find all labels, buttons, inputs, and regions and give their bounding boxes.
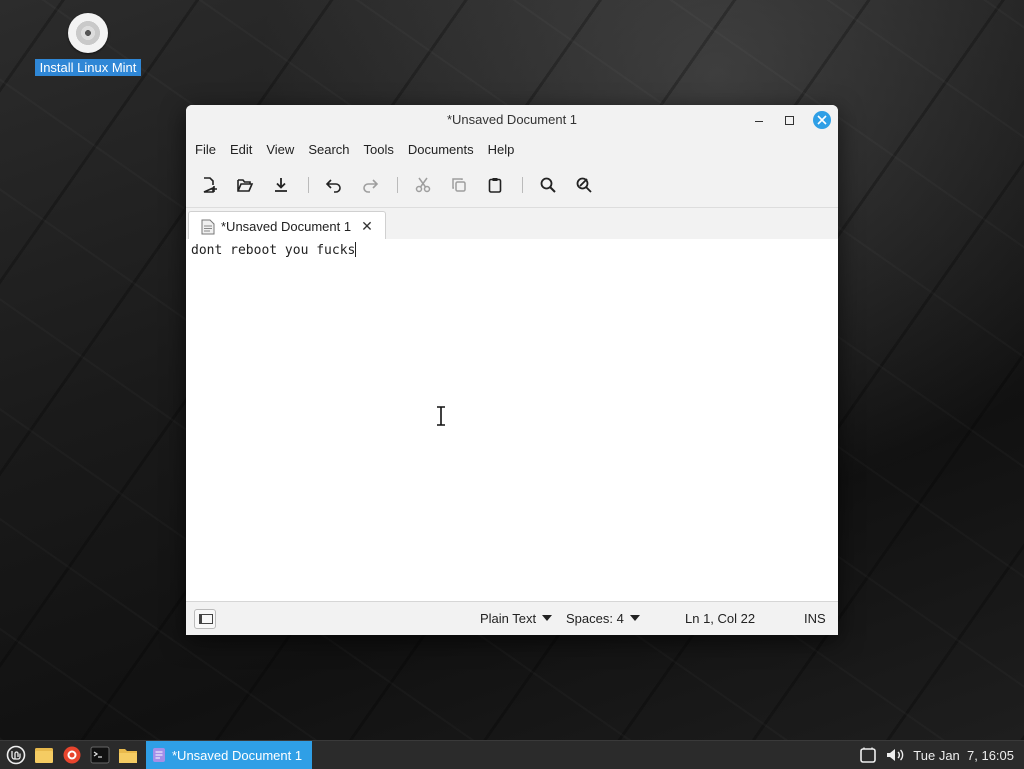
desktop-icon-install-linux-mint[interactable]: Install Linux Mint (30, 10, 146, 76)
menu-bar: File Edit View Search Tools Documents He… (186, 135, 838, 163)
tab-label: *Unsaved Document 1 (221, 219, 352, 234)
ibeam-cursor-icon (437, 406, 445, 426)
toolbar-separator (397, 177, 398, 193)
system-tray: Tue Jan 7, 16:05 (859, 746, 1024, 764)
mint-menu-button[interactable] (4, 744, 28, 766)
volume-icon[interactable] (885, 746, 907, 764)
search-icon (540, 177, 556, 193)
firefox-launcher[interactable] (60, 744, 84, 766)
close-icon (817, 115, 827, 125)
desktop-background: Install Linux Mint *Unsaved Document 1 F… (0, 0, 1024, 740)
desktop-icon-label: Install Linux Mint (34, 59, 142, 76)
show-desktop-button[interactable] (32, 744, 56, 766)
indent-label: Spaces: 4 (566, 611, 624, 626)
tab-close-icon[interactable]: ✕ (361, 219, 373, 235)
maximize-button[interactable] (780, 111, 798, 129)
menu-view[interactable]: View (261, 142, 299, 157)
update-manager-icon[interactable] (859, 746, 877, 764)
open-button[interactable] (232, 172, 258, 198)
window-title: *Unsaved Document 1 (446, 112, 578, 127)
cut-icon (415, 177, 431, 193)
find-replace-button[interactable] (571, 172, 597, 198)
close-window-button[interactable] (813, 111, 831, 129)
save-download-icon (275, 178, 287, 192)
side-panel-toggle-button[interactable] (194, 609, 216, 629)
tab-unsaved-document-1[interactable]: *Unsaved Document 1 ✕ (188, 211, 386, 241)
menu-help[interactable]: Help (483, 142, 520, 157)
paste-icon (488, 178, 502, 193)
find-button[interactable] (535, 172, 561, 198)
menu-documents[interactable]: Documents (403, 142, 479, 157)
linux-mint-logo-icon (6, 745, 26, 765)
redo-icon (363, 179, 379, 193)
editor-content: dont reboot you fucks (191, 243, 356, 258)
language-selector[interactable]: Plain Text (480, 611, 553, 626)
title-bar[interactable]: *Unsaved Document 1 (186, 105, 838, 135)
indent-selector[interactable]: Spaces: 4 (566, 611, 640, 626)
replace-icon (576, 177, 592, 193)
copy-icon (452, 178, 466, 192)
taskbar-window-label: *Unsaved Document 1 (172, 747, 303, 763)
toolbar-separator (522, 177, 523, 193)
language-label: Plain Text (480, 611, 537, 626)
undo-icon (325, 179, 341, 193)
status-bar: Plain Text Spaces: 4 Ln 1, Col 22 INS (186, 601, 838, 635)
new-document-icon (203, 177, 217, 193)
document-tab-bar: *Unsaved Document 1 ✕ (186, 208, 838, 241)
paste-button[interactable] (482, 172, 508, 198)
text-cursor (355, 242, 357, 257)
folder-icon (119, 749, 137, 763)
minimize-button[interactable] (750, 111, 768, 129)
text-editor-icon (153, 748, 165, 762)
redo-button[interactable] (357, 172, 383, 198)
cursor-position: Ln 1, Col 22 (685, 611, 756, 626)
terminal-icon (90, 746, 110, 764)
text-editor-area[interactable]: dont reboot you fucks (186, 239, 838, 601)
toolbar (186, 163, 838, 208)
toolbar-separator (308, 177, 309, 193)
taskbar-window-button[interactable]: *Unsaved Document 1 (146, 741, 312, 769)
new-document-button[interactable] (196, 172, 222, 198)
clock[interactable]: Tue Jan 7, 16:05 (913, 748, 1014, 763)
save-button[interactable] (268, 172, 294, 198)
insert-mode-indicator[interactable]: INS (804, 611, 826, 626)
text-editor-window: *Unsaved Document 1 File Edit View Searc… (186, 105, 838, 635)
dropdown-arrow-icon (629, 615, 640, 621)
firefox-icon (63, 746, 81, 764)
menu-file[interactable]: File (190, 142, 221, 157)
folder-icon (35, 748, 53, 763)
cut-button[interactable] (410, 172, 436, 198)
text-document-icon (201, 219, 215, 234)
open-folder-icon (237, 179, 254, 192)
taskbar: *Unsaved Document 1 Tue Jan 7, 16:05 (0, 740, 1024, 769)
dropdown-arrow-icon (542, 615, 553, 621)
menu-search[interactable]: Search (303, 142, 354, 157)
menu-tools[interactable]: Tools (359, 142, 399, 157)
disc-icon (68, 13, 108, 53)
files-launcher[interactable] (116, 744, 140, 766)
copy-button[interactable] (446, 172, 472, 198)
undo-button[interactable] (321, 172, 347, 198)
terminal-launcher[interactable] (88, 744, 112, 766)
menu-edit[interactable]: Edit (225, 142, 257, 157)
